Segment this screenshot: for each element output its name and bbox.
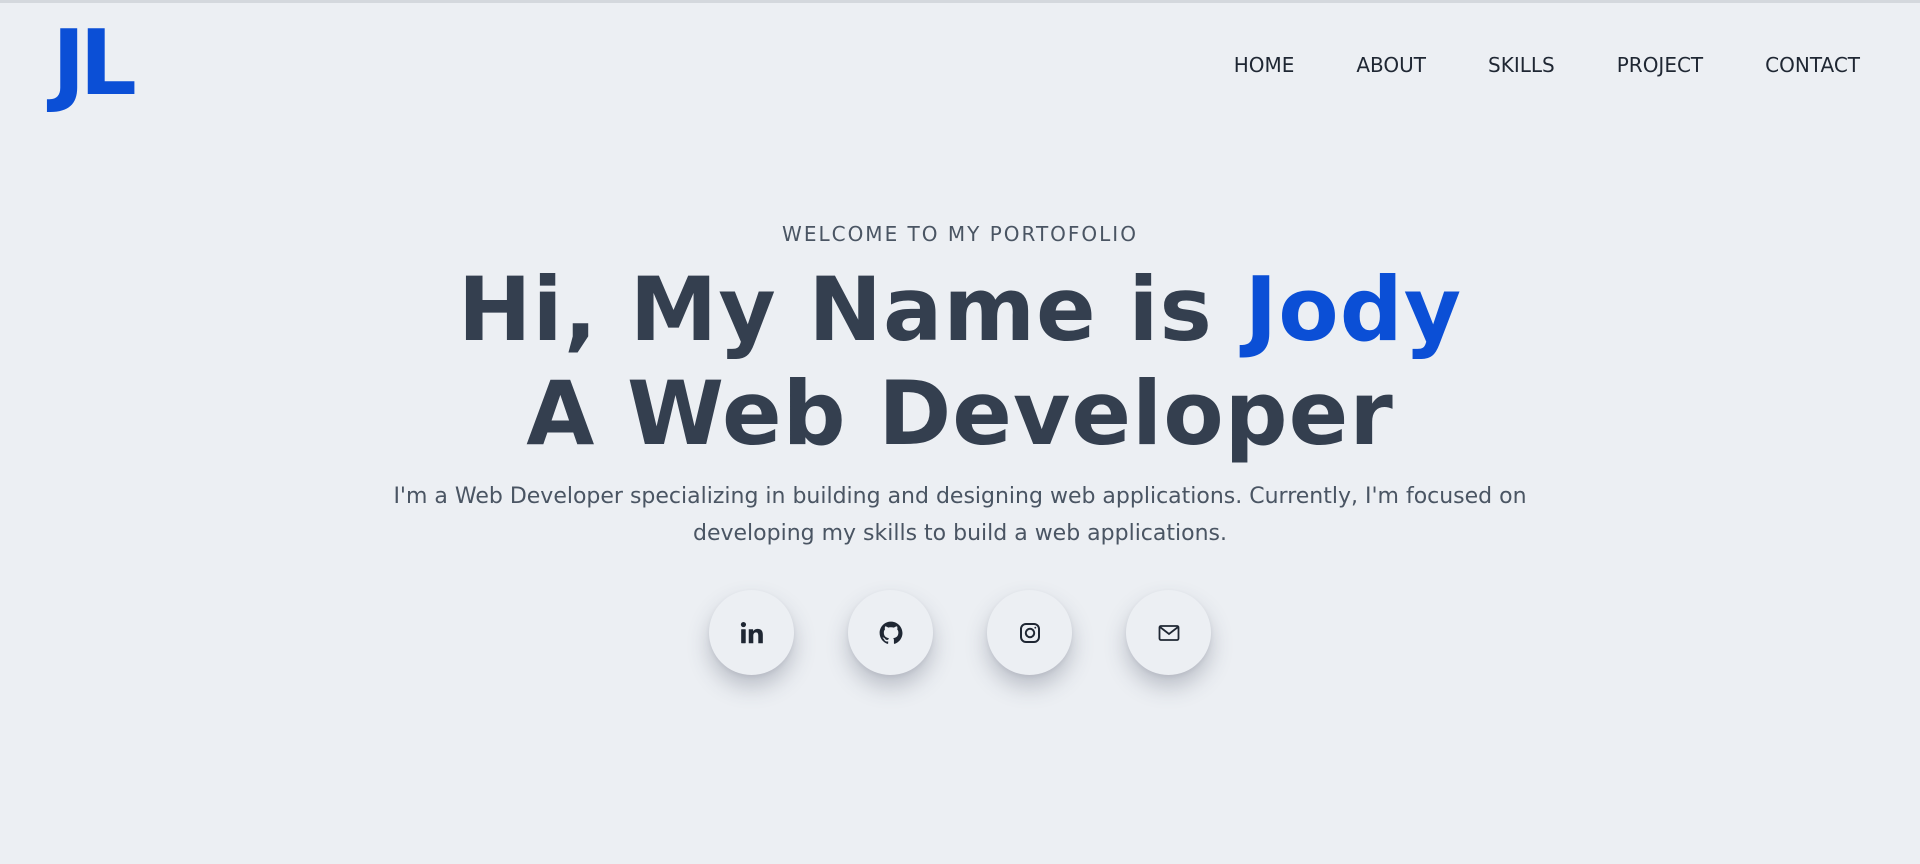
logo[interactable]: JL xyxy=(52,19,137,109)
instagram-button[interactable] xyxy=(987,590,1072,675)
linkedin-icon xyxy=(739,620,765,646)
nav-skills[interactable]: SKILLS xyxy=(1488,53,1555,77)
hero-headline: Hi, My Name is Jody A Web Developer xyxy=(0,258,1920,466)
headline-role: A Web Developer xyxy=(526,362,1394,465)
headline-prefix: Hi, My Name is xyxy=(457,258,1245,361)
nav-home[interactable]: HOME xyxy=(1234,53,1295,77)
email-button[interactable] xyxy=(1126,590,1211,675)
nav-project[interactable]: PROJECT xyxy=(1617,53,1703,77)
social-links xyxy=(0,590,1920,675)
github-icon xyxy=(878,620,904,646)
nav-about[interactable]: ABOUT xyxy=(1356,53,1426,77)
hero-eyebrow: WELCOME TO MY PORTOFOLIO xyxy=(782,222,1138,246)
bio-line-2: developing my skills to build a web appl… xyxy=(693,521,1227,546)
bio-line-1: I'm a Web Developer specializing in buil… xyxy=(393,484,1527,509)
mail-icon xyxy=(1157,621,1181,645)
main-nav: HOME ABOUT SKILLS PROJECT CONTACT xyxy=(1234,53,1860,77)
nav-contact[interactable]: CONTACT xyxy=(1765,53,1860,77)
github-button[interactable] xyxy=(848,590,933,675)
hero-bio: I'm a Web Developer specializing in buil… xyxy=(360,478,1560,552)
linkedin-button[interactable] xyxy=(709,590,794,675)
instagram-icon xyxy=(1018,621,1042,645)
headline-name: Jody xyxy=(1244,258,1463,361)
site-header: JL HOME ABOUT SKILLS PROJECT CONTACT xyxy=(0,3,1920,123)
